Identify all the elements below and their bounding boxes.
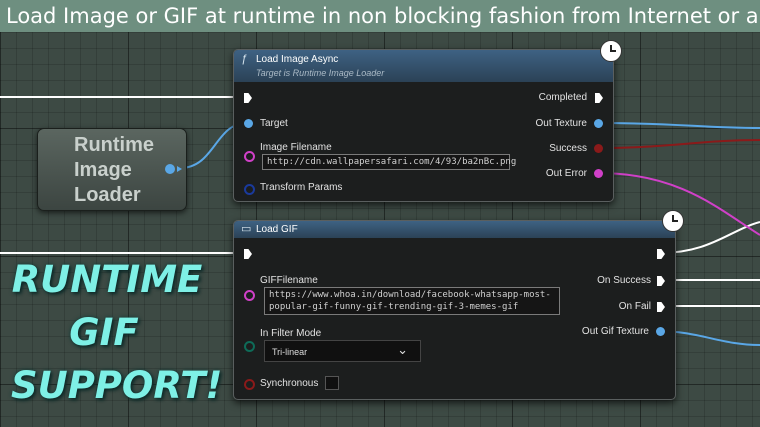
target-pin[interactable]: [244, 119, 253, 128]
variable-label: Runtime Image Loader: [74, 133, 154, 208]
variable-label-line1: Runtime: [74, 134, 154, 156]
in-filter-mode-pin[interactable]: [244, 341, 255, 352]
out-gif-texture-label: Out Gif Texture: [581, 326, 649, 337]
target-label: Target: [260, 118, 288, 129]
node-header: ƒ Load Image Async Target is Runtime Ima…: [234, 50, 613, 82]
variable-output-arrow-icon: [177, 166, 182, 172]
exec-out-pin[interactable]: [657, 249, 665, 259]
overlay-line-runtime: RUNTIME: [11, 258, 203, 301]
image-filename-input[interactable]: http://cdn.wallpapersafari.com/4/93/ba2n…: [262, 154, 516, 170]
on-fail-pin[interactable]: [657, 302, 665, 312]
variable-output-pin[interactable]: [165, 164, 175, 174]
node-title: Load GIF: [256, 224, 298, 235]
function-icon: ▭: [241, 223, 252, 235]
filter-mode-value: Tri-linear: [272, 347, 308, 357]
transform-params-pin[interactable]: [244, 184, 255, 195]
exec-in-pin[interactable]: [244, 249, 252, 259]
node-subtitle: Target is Runtime Image Loader: [256, 68, 385, 78]
image-filename-label: Image Filename: [260, 142, 332, 153]
overlay-line-support: SUPPORT!: [11, 364, 223, 407]
in-filter-mode-label: In Filter Mode: [260, 328, 322, 339]
image-filename-pin[interactable]: [244, 151, 255, 162]
success-label: Success: [549, 143, 587, 154]
latent-clock-icon: [662, 210, 684, 232]
out-error-pin[interactable]: [594, 169, 603, 178]
out-gif-texture-pin[interactable]: [656, 327, 665, 336]
load-image-async-node[interactable]: ƒ Load Image Async Target is Runtime Ima…: [233, 49, 614, 202]
on-fail-label: On Fail: [618, 301, 651, 312]
synchronous-label: Synchronous: [260, 378, 319, 389]
gif-filename-pin[interactable]: [244, 290, 255, 301]
success-pin[interactable]: [594, 144, 603, 153]
node-title: Load Image Async: [256, 54, 339, 65]
synchronous-pin[interactable]: [244, 379, 255, 390]
out-texture-label: Out Texture: [535, 118, 587, 129]
out-error-label: Out Error: [545, 168, 587, 179]
out-texture-pin[interactable]: [594, 119, 603, 128]
load-gif-node[interactable]: ▭ Load GIF GIFFilename https://www.whoa.…: [233, 220, 676, 400]
node-header: ▭ Load GIF: [234, 221, 675, 238]
object-wire-out-texture: [597, 122, 760, 129]
synchronous-checkbox[interactable]: [325, 376, 339, 390]
gif-filename-label: GIFFilename: [260, 275, 318, 286]
exec-in-pin[interactable]: [244, 93, 252, 103]
completed-pin[interactable]: [595, 93, 603, 103]
overlay-line-gif: GIF: [69, 311, 139, 354]
on-success-pin[interactable]: [657, 276, 665, 286]
runtime-image-loader-variable-node[interactable]: Runtime Image Loader: [37, 128, 187, 211]
completed-label: Completed: [538, 92, 587, 103]
bool-wire-success: [597, 139, 760, 149]
function-icon: ƒ: [241, 53, 248, 65]
on-success-label: On Success: [597, 275, 651, 286]
filter-mode-dropdown[interactable]: Tri-linear ⌄: [264, 340, 421, 362]
latent-clock-icon: [600, 40, 622, 62]
variable-label-line3: Loader: [74, 184, 141, 206]
variable-label-line2: Image: [74, 159, 132, 181]
chevron-down-icon: ⌄: [397, 342, 408, 357]
gif-filename-input[interactable]: https://www.whoa.in/download/facebook-wh…: [264, 287, 560, 315]
transform-params-label: Transform Params: [260, 182, 343, 193]
